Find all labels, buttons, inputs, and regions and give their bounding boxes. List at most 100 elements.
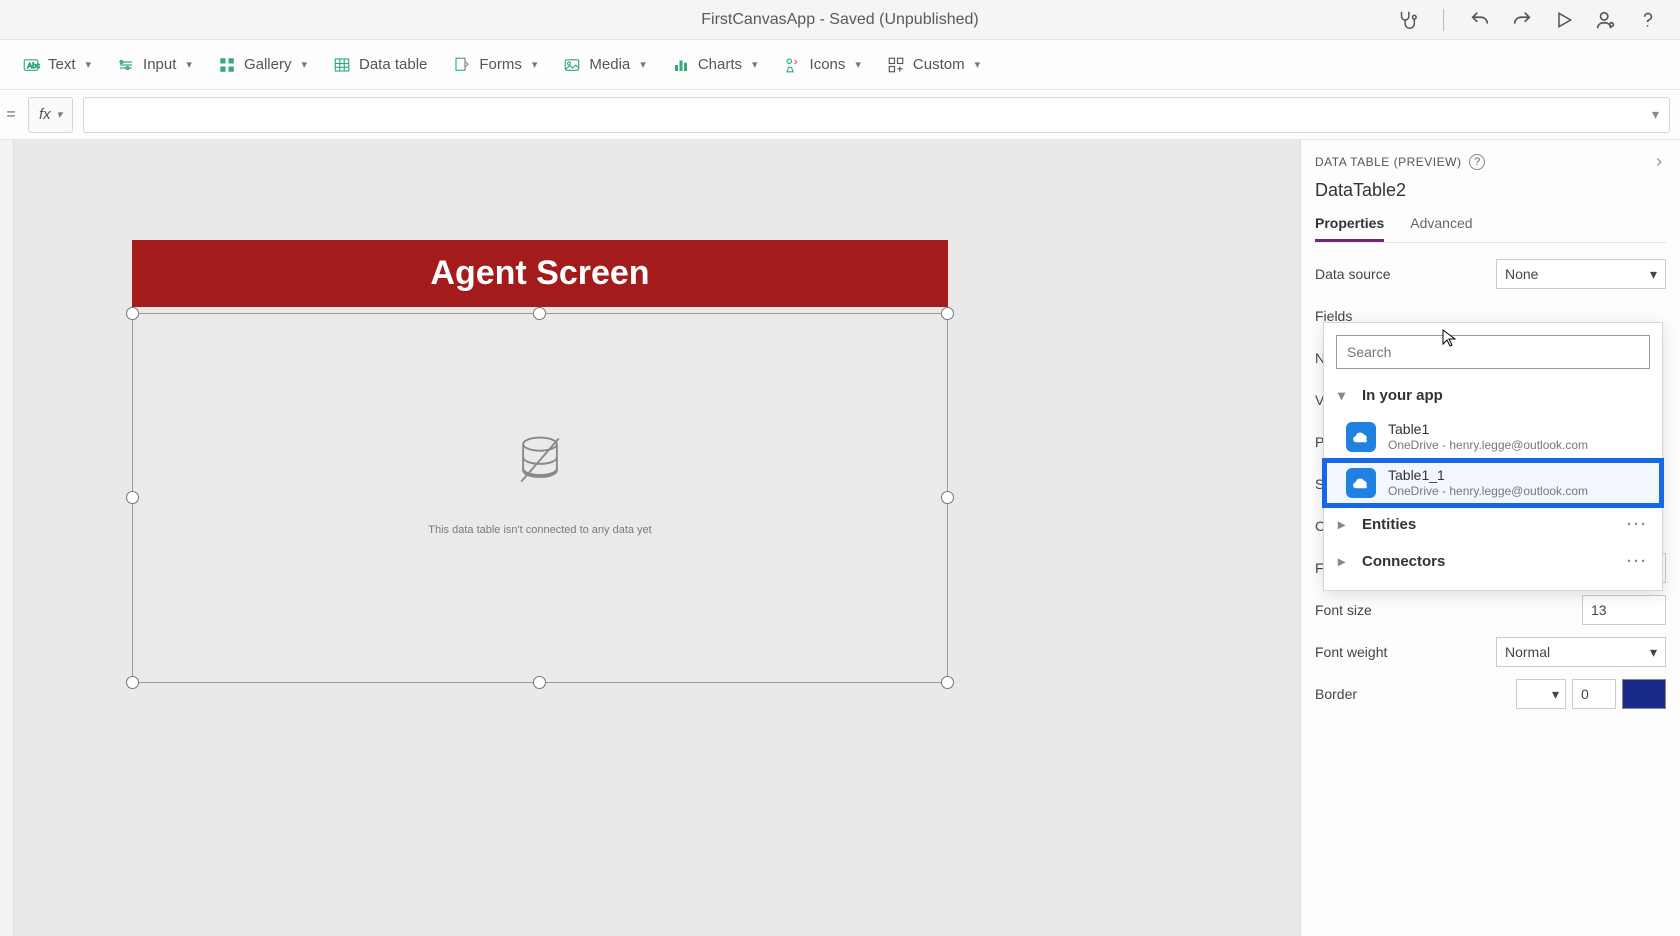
- icons-icon: [784, 56, 802, 74]
- ribbon-gallery[interactable]: Gallery▾: [218, 56, 307, 74]
- panel-title: DATA TABLE (PREVIEW): [1315, 155, 1461, 169]
- charts-icon: [672, 56, 690, 74]
- ribbon-label: Custom: [913, 56, 965, 73]
- input-icon: [117, 56, 135, 74]
- section-label: Connectors: [1362, 553, 1445, 570]
- border-color-swatch[interactable]: [1622, 679, 1666, 709]
- canvas[interactable]: Agent Screen: [14, 140, 1300, 936]
- ribbon-icons[interactable]: Icons ▾: [784, 56, 861, 74]
- svg-text:Abc: Abc: [27, 61, 40, 70]
- ribbon-charts[interactable]: Charts▾: [672, 56, 758, 74]
- forms-icon: [453, 56, 471, 74]
- resize-handle[interactable]: [533, 307, 546, 320]
- chevron-down-icon: ▾: [57, 108, 63, 121]
- ribbon-datatable[interactable]: Data table: [333, 56, 427, 74]
- cloud-icon: [1346, 468, 1376, 498]
- ribbon-input[interactable]: Input▾: [117, 56, 192, 74]
- fx-label: fx: [39, 106, 51, 123]
- chevron-down-icon: ▾: [86, 58, 92, 71]
- play-icon[interactable]: [1552, 8, 1576, 32]
- ribbon-custom[interactable]: Custom ▾: [887, 56, 980, 74]
- resize-handle[interactable]: [941, 491, 954, 504]
- resize-handle[interactable]: [126, 491, 139, 504]
- ribbon-label: Text: [48, 56, 76, 73]
- text-icon: Abc: [22, 56, 40, 74]
- chevron-down-icon: ▾: [855, 58, 861, 71]
- resize-handle[interactable]: [941, 307, 954, 320]
- empty-caption: This data table isn't connected to any d…: [133, 524, 947, 536]
- expand-icon[interactable]: [1652, 155, 1666, 169]
- select-value: Normal: [1505, 644, 1550, 660]
- ds-search: [1336, 335, 1650, 369]
- chevron-right-icon: ▸: [1338, 516, 1352, 533]
- ds-section-in-app[interactable]: ▾ In your app: [1324, 377, 1662, 414]
- equals-icon: =: [4, 106, 18, 124]
- border-style-select[interactable]: ▾: [1516, 679, 1566, 709]
- font-size-input[interactable]: 13: [1582, 595, 1666, 625]
- resize-handle[interactable]: [941, 676, 954, 689]
- undo-icon[interactable]: [1468, 8, 1492, 32]
- ds-item-sub: OneDrive - henry.legge@outlook.com: [1388, 484, 1588, 498]
- help-icon[interactable]: ?: [1469, 154, 1485, 170]
- ribbon-text[interactable]: Abc Text ▾: [22, 56, 91, 74]
- properties-panel: DATA TABLE (PREVIEW) ? DataTable2 Proper…: [1300, 140, 1680, 936]
- datatable-control[interactable]: This data table isn't connected to any d…: [132, 313, 948, 683]
- prop-label: Data source: [1315, 266, 1390, 282]
- prop-border: Border ▾ 0: [1315, 673, 1666, 715]
- control-name: DataTable2: [1315, 180, 1666, 201]
- ds-section-entities[interactable]: ▸ Entities ···: [1324, 506, 1662, 543]
- ds-section-connectors[interactable]: ▸ Connectors ···: [1324, 543, 1662, 580]
- chevron-down-icon: ▾: [975, 58, 981, 71]
- chevron-down-icon[interactable]: ▾: [1652, 106, 1659, 123]
- search-input[interactable]: [1336, 335, 1650, 369]
- font-weight-select[interactable]: Normal ▾: [1496, 637, 1666, 667]
- divider: [1443, 9, 1444, 31]
- section-label: Entities: [1362, 516, 1416, 533]
- ribbon-label: Charts: [698, 56, 742, 73]
- ds-item-table1-1[interactable]: Table1_1 OneDrive - henry.legge@outlook.…: [1324, 460, 1662, 506]
- ribbon-label: Data table: [359, 56, 427, 73]
- chevron-down-icon: ▾: [1650, 266, 1657, 283]
- media-icon: [563, 56, 581, 74]
- user-icon[interactable]: [1594, 8, 1618, 32]
- tree-rail[interactable]: [0, 140, 14, 936]
- resize-handle[interactable]: [533, 676, 546, 689]
- datatable-icon: [333, 56, 351, 74]
- tab-properties[interactable]: Properties: [1315, 207, 1384, 242]
- chevron-down-icon: ▾: [640, 58, 646, 71]
- ds-item-sub: OneDrive - henry.legge@outlook.com: [1388, 438, 1588, 452]
- border-width-input[interactable]: 0: [1572, 679, 1616, 709]
- resize-handle[interactable]: [126, 676, 139, 689]
- stethoscope-icon[interactable]: [1395, 8, 1419, 32]
- ribbon-label: Icons: [810, 56, 846, 73]
- chevron-down-icon: ▾: [1650, 644, 1657, 661]
- main-area: Agent Screen: [0, 140, 1680, 936]
- screen-header: Agent Screen: [132, 240, 948, 307]
- ribbon-label: Gallery: [244, 56, 292, 73]
- redo-icon[interactable]: [1510, 8, 1534, 32]
- help-icon[interactable]: [1636, 8, 1660, 32]
- prop-font-size: Font size 13: [1315, 589, 1666, 631]
- more-icon[interactable]: ···: [1627, 553, 1648, 570]
- chevron-down-icon: ▾: [186, 58, 192, 71]
- custom-icon: [887, 56, 905, 74]
- prop-data-source: Data source None ▾: [1315, 253, 1666, 295]
- ds-item-table1[interactable]: Table1 OneDrive - henry.legge@outlook.co…: [1324, 414, 1662, 460]
- app-title: FirstCanvasApp - Saved (Unpublished): [701, 11, 978, 29]
- chevron-down-icon: ▾: [532, 58, 538, 71]
- prop-label: Font weight: [1315, 644, 1387, 660]
- gallery-icon: [218, 56, 236, 74]
- select-value: None: [1505, 266, 1538, 282]
- data-source-select[interactable]: None ▾: [1496, 259, 1666, 289]
- ribbon-media[interactable]: Media▾: [563, 56, 645, 74]
- tab-advanced[interactable]: Advanced: [1410, 207, 1472, 242]
- prop-font-weight: Font weight Normal ▾: [1315, 631, 1666, 673]
- resize-handle[interactable]: [126, 307, 139, 320]
- fx-selector[interactable]: fx ▾: [28, 97, 73, 133]
- more-icon[interactable]: ···: [1627, 516, 1648, 533]
- empty-db-icon: [510, 431, 570, 491]
- ribbon-forms[interactable]: Forms▾: [453, 56, 537, 74]
- canvas-content: Agent Screen: [132, 240, 948, 706]
- formula-bar: = fx ▾ ▾: [0, 90, 1680, 140]
- formula-input[interactable]: ▾: [83, 97, 1670, 133]
